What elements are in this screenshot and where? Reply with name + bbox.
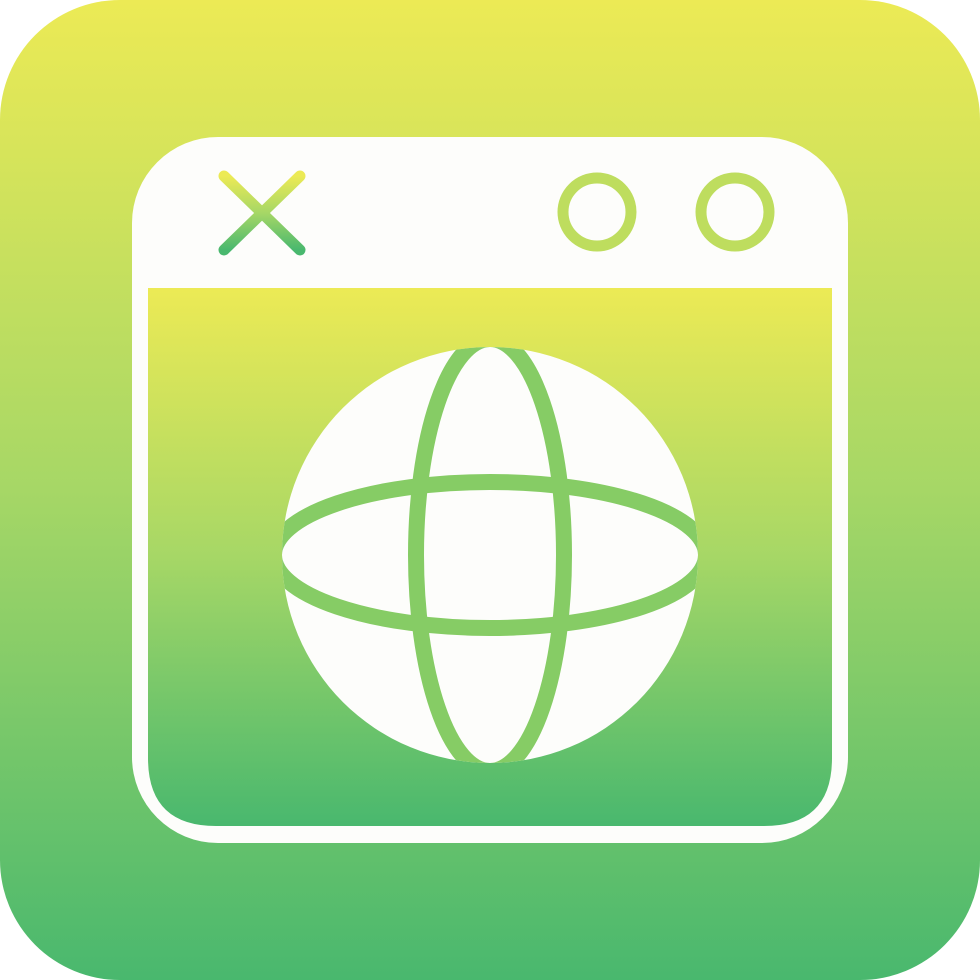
- web-browser-globe-icon: [0, 0, 980, 980]
- app-icon-container: [0, 0, 980, 980]
